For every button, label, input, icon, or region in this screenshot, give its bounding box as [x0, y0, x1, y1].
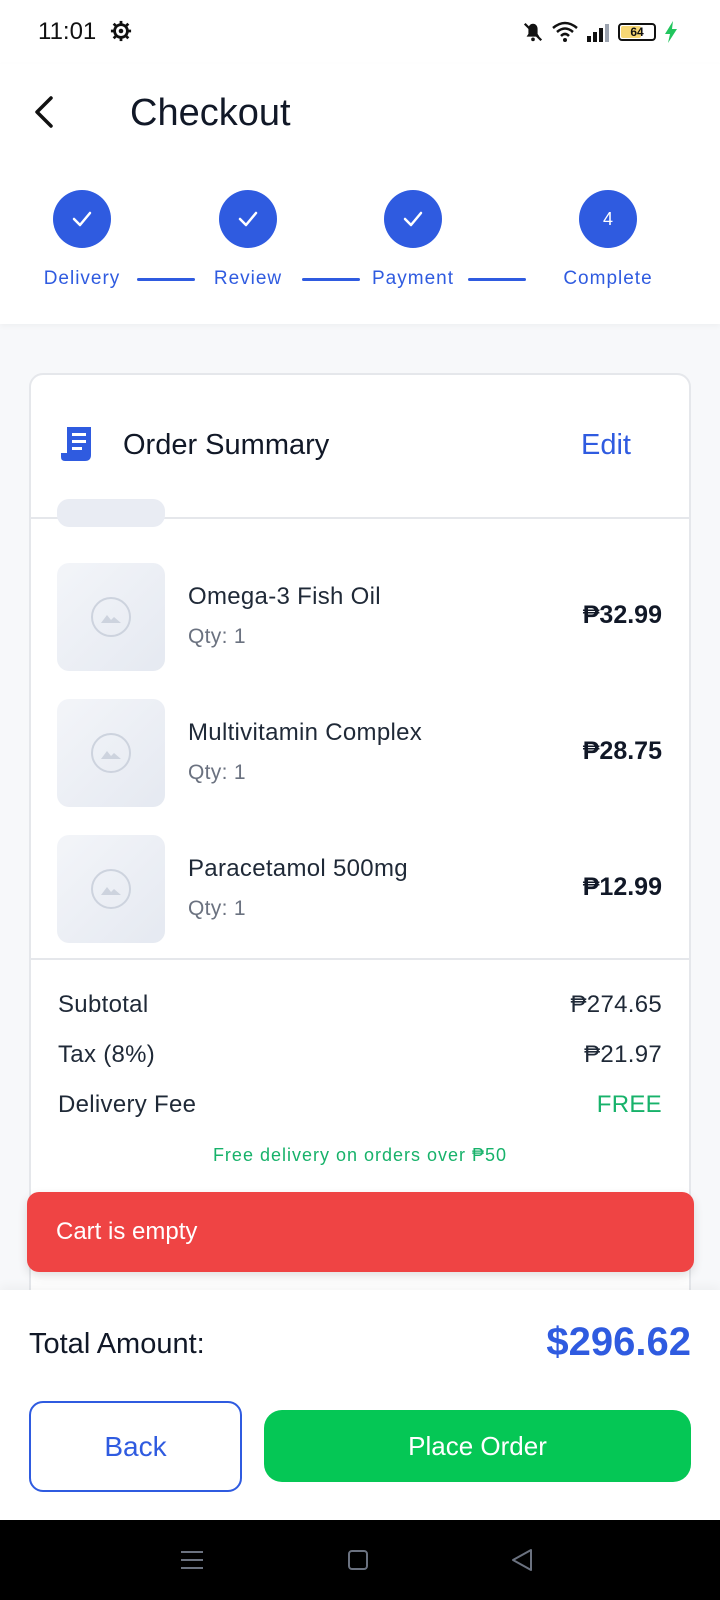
tax-row: Tax (8%) ₱21.97 — [58, 1041, 662, 1077]
step-review[interactable]: Review — [168, 190, 328, 290]
step-complete[interactable]: 4 Complete — [528, 190, 688, 290]
list-item: Multivitamin Complex Qty: 1 ₱28.75 — [31, 699, 689, 809]
list-item: Omega-3 Fish Oil Qty: 1 ₱32.99 — [31, 563, 689, 673]
error-toast: Cart is empty — [27, 1192, 694, 1272]
step-label: Complete — [563, 268, 653, 289]
back-button[interactable]: Back — [29, 1401, 242, 1492]
check-icon — [238, 211, 258, 227]
image-placeholder-icon — [91, 733, 131, 773]
system-nav-bar — [0, 1520, 720, 1600]
delivery-fee-value: FREE — [596, 1091, 662, 1118]
order-summary-card: Order Summary Edit Omega-3 Fish Oil Qty:… — [29, 373, 691, 1333]
item-price: ₱12.99 — [582, 873, 662, 901]
back-arrow-icon[interactable] — [24, 88, 64, 136]
delivery-fee-label: Delivery Fee — [58, 1091, 197, 1118]
status-bar: 11:01 64 — [0, 0, 720, 64]
step-number: 4 — [602, 208, 613, 229]
checkout-footer: Total Amount: $296.62 Back Place Order — [0, 1290, 720, 1520]
page-title: Checkout — [130, 92, 291, 134]
home-icon[interactable] — [338, 1544, 378, 1576]
mute-icon — [523, 22, 543, 42]
step-connector — [468, 278, 526, 281]
gear-icon — [110, 20, 132, 42]
step-delivery[interactable]: Delivery — [2, 190, 162, 290]
product-thumbnail — [57, 499, 165, 527]
item-qty: Qty: 1 — [188, 625, 246, 648]
wifi-icon — [552, 21, 578, 42]
menu-icon[interactable] — [172, 1544, 212, 1576]
image-placeholder-icon — [91, 597, 131, 637]
step-payment[interactable]: Payment — [333, 190, 493, 290]
edit-button[interactable]: Edit — [581, 429, 631, 462]
item-name: Omega-3 Fish Oil — [188, 583, 381, 610]
check-icon — [72, 211, 92, 227]
step-circle — [53, 190, 111, 248]
item-price: ₱28.75 — [582, 737, 662, 765]
back-triangle-icon[interactable] — [502, 1544, 542, 1576]
divider — [31, 958, 689, 960]
list-item: Paracetamol 500mg Qty: 1 ₱12.99 — [31, 835, 689, 945]
product-thumbnail — [57, 835, 165, 943]
subtotal-row: Subtotal ₱274.65 — [58, 991, 662, 1027]
battery-icon: 64 — [618, 23, 656, 41]
delivery-fee-row: Delivery Fee FREE — [58, 1091, 662, 1127]
item-qty: Qty: 1 — [188, 761, 246, 784]
free-delivery-note: Free delivery on orders over ₱50 — [212, 1145, 508, 1165]
check-icon — [403, 211, 423, 227]
item-price: ₱32.99 — [582, 601, 662, 629]
tax-value: ₱21.97 — [584, 1041, 662, 1068]
total-value: $296.62 — [546, 1320, 691, 1364]
order-summary-title: Order Summary — [123, 429, 330, 461]
item-qty: Qty: 1 — [188, 897, 246, 920]
signal-icon — [587, 24, 609, 42]
checkout-stepper: Delivery Review Payment 4 Complete — [0, 190, 720, 310]
toast-message: Cart is empty — [56, 1218, 198, 1245]
step-circle: 4 — [579, 190, 637, 248]
item-name: Paracetamol 500mg — [188, 855, 408, 882]
image-placeholder-icon — [91, 869, 131, 909]
product-thumbnail — [57, 699, 165, 807]
total-label: Total Amount: — [29, 1328, 205, 1360]
status-time: 11:01 — [38, 18, 97, 45]
receipt-icon — [61, 427, 91, 461]
order-summary-header: Order Summary Edit — [31, 375, 689, 519]
product-thumbnail — [57, 563, 165, 671]
tax-label: Tax (8%) — [58, 1041, 156, 1068]
subtotal-label: Subtotal — [58, 991, 149, 1018]
battery-level: 64 — [630, 25, 644, 39]
checkout-header: Checkout Delivery Review Payment 4 Compl… — [0, 64, 720, 324]
step-circle — [384, 190, 442, 248]
place-order-button[interactable]: Place Order — [264, 1410, 691, 1482]
item-name: Multivitamin Complex — [188, 719, 423, 746]
charging-icon — [665, 21, 677, 43]
subtotal-value: ₱274.65 — [570, 991, 662, 1018]
step-circle — [219, 190, 277, 248]
